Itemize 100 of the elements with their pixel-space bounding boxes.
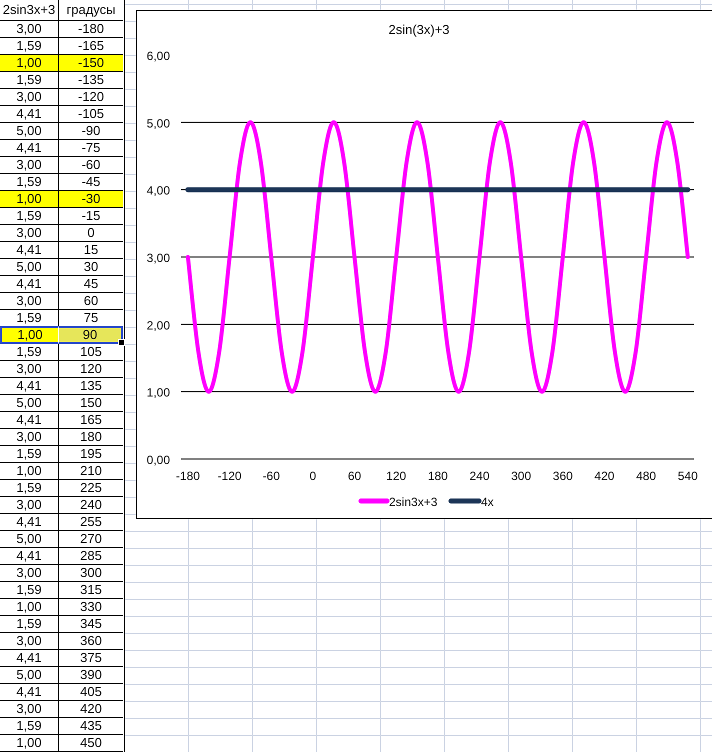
table-cell: 3,00 [0, 565, 59, 582]
column-header: 2sin3x+3 [0, 0, 59, 21]
x-tick-label: -180 [176, 469, 200, 483]
table-cell: -75 [59, 140, 123, 157]
y-tick-label: 1,00 [146, 386, 170, 400]
x-tick-label: 180 [428, 469, 448, 483]
table-cell: 3,00 [0, 361, 59, 378]
table-cell: 1,59 [0, 616, 59, 633]
table-cell: 405 [59, 684, 123, 701]
table-cell: 60 [59, 293, 123, 310]
table-cell: 1,59 [0, 344, 59, 361]
table-cell: 1,00 [0, 326, 59, 344]
fill-handle[interactable] [118, 339, 125, 346]
table-cell: -105 [59, 106, 123, 123]
chart-title: 2sin(3x)+3 [388, 22, 450, 37]
table-cell: 1,59 [0, 480, 59, 497]
table-cell: 4,41 [0, 378, 59, 395]
table-cell: 5,00 [0, 667, 59, 684]
table-cell: 4,41 [0, 684, 59, 701]
table-cell: 4,41 [0, 514, 59, 531]
table-cell: 5,00 [0, 395, 59, 412]
table-cell: 90 [59, 326, 123, 344]
table-cell: 285 [59, 548, 123, 565]
legend-swatch [448, 498, 482, 504]
y-tick-label: 0,00 [146, 453, 170, 467]
x-tick-label: 120 [386, 469, 406, 483]
table-cell: -135 [59, 72, 123, 89]
table-cell: 375 [59, 650, 123, 667]
table-cell: 3,00 [0, 497, 59, 514]
table-cell: 3,00 [0, 89, 59, 106]
table-cell: 450 [59, 735, 123, 752]
table-cell: -180 [59, 21, 123, 38]
table-cell: 1,59 [0, 446, 59, 463]
table-cell: 1,59 [0, 72, 59, 89]
table-cell: 4,41 [0, 140, 59, 157]
table-cell: 270 [59, 531, 123, 548]
table-cell: 1,00 [0, 191, 59, 208]
table-cell: 150 [59, 395, 123, 412]
table-cell: -150 [59, 55, 123, 72]
x-tick-label: -60 [262, 469, 280, 483]
table-cell: 5,00 [0, 123, 59, 140]
x-tick-label: 480 [636, 469, 656, 483]
y-tick-label: 3,00 [146, 251, 170, 265]
table-cell: 1,00 [0, 599, 59, 616]
table-cell: 105 [59, 344, 123, 361]
table-cell: 345 [59, 616, 123, 633]
table-cell: 3,00 [0, 429, 59, 446]
table-cell: 255 [59, 514, 123, 531]
table-cell: 45 [59, 276, 123, 293]
table-cell: 3,00 [0, 293, 59, 310]
table-cell: 4,41 [0, 548, 59, 565]
x-tick-label: 360 [552, 469, 573, 483]
table-cell: 210 [59, 463, 123, 480]
table-cell: 15 [59, 242, 123, 259]
column-header: градусы [59, 0, 123, 21]
table-cell: 240 [59, 497, 123, 514]
legend-label: 2sin3x+3 [389, 495, 438, 509]
table-cell: 135 [59, 378, 123, 395]
legend-label: 4x [481, 495, 494, 509]
x-tick-label: -120 [218, 469, 242, 483]
table-cell: -15 [59, 208, 123, 225]
table-cell: 1,00 [0, 55, 59, 72]
x-tick-label: 0 [310, 469, 316, 483]
table-cell: 1,00 [0, 463, 59, 480]
y-tick-label: 5,00 [146, 116, 170, 130]
table-cell: 330 [59, 599, 123, 616]
table-cell: 4,41 [0, 650, 59, 667]
table-cell: 120 [59, 361, 123, 378]
table-cell: 165 [59, 412, 123, 429]
table-cell: 0 [59, 225, 123, 242]
table-cell: 30 [59, 259, 123, 276]
x-tick-label: 240 [469, 469, 490, 483]
table-cell: 5,00 [0, 531, 59, 548]
table-cell: 3,00 [0, 157, 59, 174]
x-tick-label: 300 [511, 469, 532, 483]
table-cell: 435 [59, 718, 123, 735]
table-cell: 1,59 [0, 582, 59, 599]
table-cell: 1,59 [0, 718, 59, 735]
table-cell: -90 [59, 123, 123, 140]
table-cell: 420 [59, 701, 123, 718]
y-tick-label: 6,00 [146, 49, 170, 63]
y-tick-label: 2,00 [146, 318, 170, 332]
table-cell: 4,41 [0, 276, 59, 293]
table-cell: 5,00 [0, 259, 59, 276]
table-cell: 3,00 [0, 633, 59, 650]
table-cell: 4,41 [0, 412, 59, 429]
table-cell: 300 [59, 565, 123, 582]
table-cell: 180 [59, 429, 123, 446]
legend-swatch [358, 498, 390, 504]
table-cell: 4,41 [0, 242, 59, 259]
table-cell: 195 [59, 446, 123, 463]
table-cell: 360 [59, 633, 123, 650]
table-cell: -120 [59, 89, 123, 106]
y-tick-label: 4,00 [146, 184, 170, 198]
x-tick-label: 420 [594, 469, 614, 483]
table-cell: -60 [59, 157, 123, 174]
table-cell: 315 [59, 582, 123, 599]
table-cell: 1,00 [0, 735, 59, 752]
table-cell: 3,00 [0, 21, 59, 38]
x-tick-label: 60 [348, 469, 362, 483]
